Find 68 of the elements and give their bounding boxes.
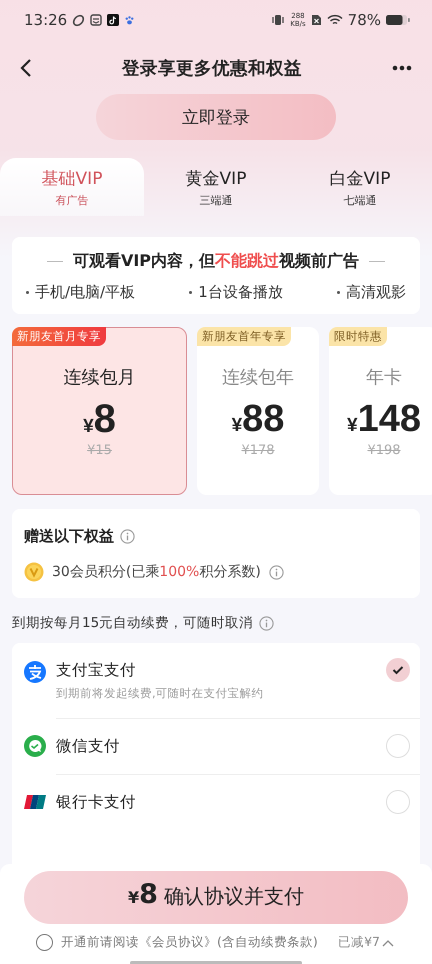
radio-button[interactable] (386, 790, 410, 814)
currency-symbol: ¥ (232, 415, 242, 437)
plan-card[interactable]: 新朋友首年专享 连续包年 ¥88 ¥178 (197, 327, 319, 495)
payment-icon (24, 735, 46, 757)
vibrate-icon (271, 14, 286, 26)
info-headline: 可观看VIP内容，但不能跳过视频前广告 (72, 251, 360, 272)
plan-card[interactable]: 限时特惠 年卡 ¥148 ¥198 (329, 327, 432, 495)
caret-up-icon[interactable] (382, 938, 394, 946)
bullet-icon (337, 291, 340, 294)
benefit-text: 30会员积分(已乘100%积分系数) (52, 563, 261, 581)
agreement-checkbox[interactable] (36, 934, 53, 951)
card-icon (24, 795, 46, 809)
plan-name: 连续包年 (222, 366, 294, 389)
agreement-text[interactable]: 开通前请阅读《会员协议》(含自动续费条款) (61, 934, 338, 951)
more-icon[interactable] (392, 65, 412, 71)
sim-card-icon (310, 14, 322, 26)
battery-icon (386, 14, 410, 26)
plan-name: 年卡 (366, 366, 402, 389)
feature-item: 手机/电脑/平板 (35, 283, 136, 302)
currency-symbol: ¥ (83, 416, 94, 438)
battery-level: 78% (348, 11, 381, 29)
info-icon[interactable] (268, 564, 284, 580)
info-icon[interactable] (120, 529, 135, 544)
pay-button[interactable]: ¥8 确认协议并支付 (24, 871, 408, 924)
plan-price: 88 (242, 397, 284, 441)
bullet-icon (189, 291, 192, 294)
currency-symbol: ¥ (347, 415, 358, 437)
wifi-icon (326, 14, 343, 26)
info-icon[interactable] (259, 616, 274, 630)
coin-icon (24, 562, 44, 582)
promo-badge: 限时特惠 (329, 327, 387, 346)
inbox-icon (90, 14, 102, 26)
payment-icon (24, 661, 46, 683)
original-price: ¥198 (367, 443, 401, 458)
back-icon[interactable] (20, 58, 32, 78)
vip-tab[interactable]: 基础VIP 有广告 (0, 158, 144, 216)
section-title: 赠送以下权益 (24, 527, 114, 546)
radio-button[interactable] (386, 658, 410, 682)
payment-option[interactable]: 支付宝支付 到期前将发起续费,可随时在支付宝解约 (12, 643, 420, 718)
feature-item: 1台设备播放 (198, 283, 283, 302)
paw-icon (124, 14, 136, 26)
discount-text: 已减¥7 (338, 934, 380, 951)
payment-name: 微信支付 (56, 736, 121, 756)
original-price: ¥178 (241, 443, 275, 458)
payment-note: 到期前将发起续费,可随时在支付宝解约 (56, 686, 265, 701)
payment-option[interactable]: 银行卡支付 (12, 774, 420, 830)
music-note-icon (107, 14, 120, 26)
check-icon (392, 665, 404, 675)
feature-item: 高清观影 (346, 283, 406, 302)
bullet-icon (26, 291, 29, 294)
promo-badge: 新朋友首月专享 (12, 327, 106, 346)
vip-tab[interactable]: 白金VIP 七端通 (288, 158, 432, 216)
status-time: 13:26 (24, 11, 68, 29)
vip-tab[interactable]: 黄金VIP 三端通 (144, 158, 288, 216)
plan-card[interactable]: 新朋友首月专享 连续包月 ¥8 ¥15 (12, 327, 187, 495)
payment-name: 银行卡支付 (56, 792, 137, 812)
original-price: ¥15 (87, 443, 112, 458)
renewal-note: 到期按每月15元自动续费，可随时取消 (12, 614, 254, 632)
plan-price: 8 (94, 397, 116, 441)
payment-name: 支付宝支付 (56, 660, 137, 681)
radio-button[interactable] (386, 734, 410, 758)
payment-option[interactable]: 微信支付 (12, 718, 420, 774)
page-title: 登录享更多优惠和权益 (120, 58, 303, 80)
plan-name: 连续包月 (64, 366, 136, 389)
plan-price: 148 (358, 397, 421, 441)
promo-badge: 新朋友首年专享 (197, 327, 291, 346)
sync-icon (72, 14, 86, 26)
login-button[interactable]: 立即登录 (96, 94, 336, 140)
